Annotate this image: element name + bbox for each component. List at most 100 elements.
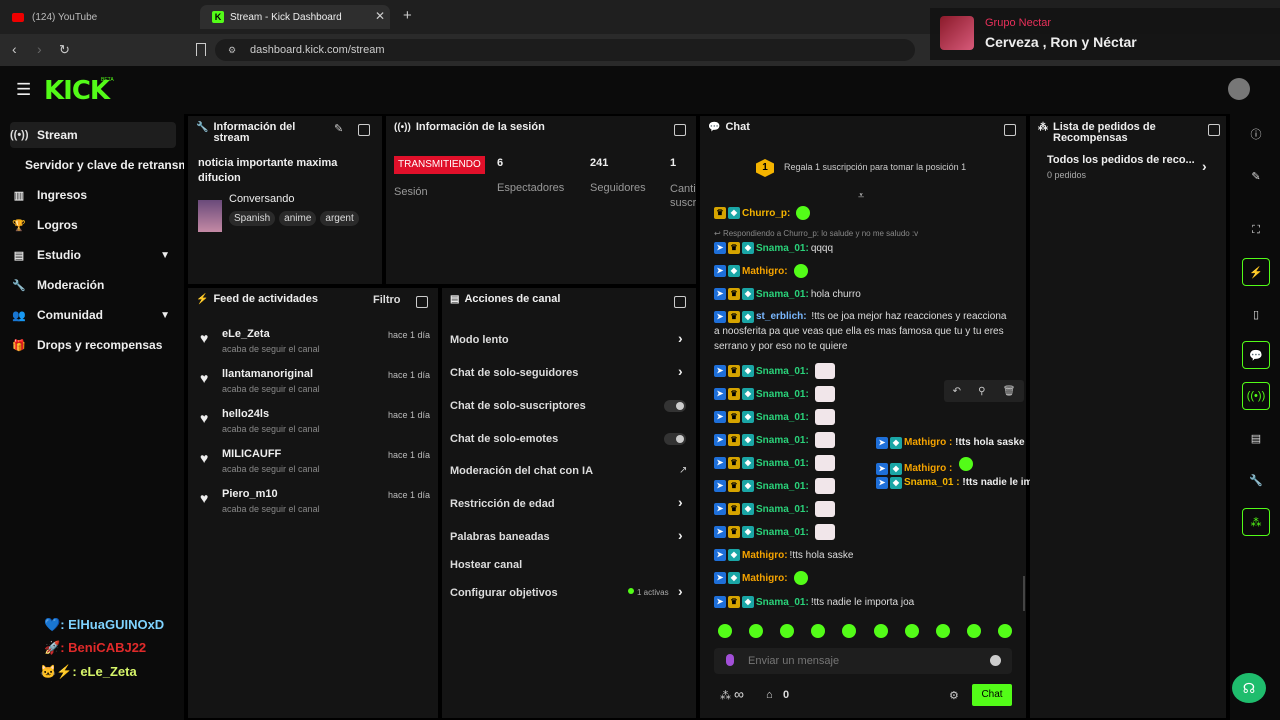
chat-settings-icon[interactable]: ⚙ (949, 689, 959, 702)
emote-icon[interactable] (842, 624, 857, 638)
chat-message[interactable]: ➤ ♛ ◆ Snama_01: (714, 363, 835, 379)
forward-icon[interactable]: › (37, 41, 42, 57)
chat-username[interactable]: Snama_01: (756, 366, 809, 377)
chat-message[interactable]: ➤ ♛ ◆ Snama_01: hola churro (714, 286, 861, 302)
media-notification[interactable]: Grupo Nectar Cerveza , Ron y Néctar (930, 8, 1280, 60)
chat-username[interactable]: Snama_01: (756, 458, 809, 469)
tab-youtube[interactable]: (124) YouTube (0, 5, 200, 29)
sidebar-item-ingresos[interactable]: ▥ Ingresos (10, 182, 176, 208)
chat-message[interactable]: ➤ ♛ ◆ st_erblich: !tts oe joa mejor haz rea… (714, 309, 1014, 354)
action-followers-only[interactable]: Chat de solo-seguidores (450, 367, 578, 379)
chat-username[interactable]: Snama_01: (756, 412, 809, 423)
action-goals[interactable]: Configurar objetivos (450, 587, 558, 599)
new-tab-icon[interactable]: + (403, 7, 412, 24)
edit-icon[interactable]: ✎ (1242, 162, 1270, 190)
chat-username[interactable]: Snama_01: (756, 481, 809, 492)
chat-scrollbar[interactable] (1023, 576, 1025, 611)
feed-user[interactable]: hello24ls (222, 408, 269, 420)
kick-logo[interactable]: KICK (44, 76, 110, 106)
action-ai-moderation[interactable]: Moderación del chat con IA (450, 465, 593, 477)
feed-user[interactable]: MILICAUFF (222, 448, 281, 460)
chat-message[interactable]: ➤ ♛ ◆ Snama_01: (714, 478, 835, 494)
chat-username[interactable]: Mathigro: (742, 573, 788, 584)
emote-icon[interactable] (935, 624, 950, 638)
expand-icon[interactable]: ⛶ (1242, 216, 1270, 244)
emote-icon[interactable] (749, 624, 764, 638)
chat-username[interactable]: Snama_01: (756, 435, 809, 446)
action-banned-words[interactable]: Palabras baneadas (450, 531, 550, 543)
chat-message[interactable]: ➤ ◆ Mathigro: (714, 570, 808, 586)
feed-user[interactable]: llantamanoriginal (222, 368, 313, 380)
chat-username[interactable]: Mathigro: (742, 550, 788, 561)
send-chat-button[interactable]: Chat (972, 684, 1012, 706)
site-info-icon[interactable]: ⚙ (228, 45, 236, 56)
emote-icon[interactable] (718, 624, 732, 638)
emote-icon[interactable] (997, 624, 1012, 638)
bookmark-icon[interactable] (196, 43, 206, 56)
chat-message[interactable]: ➤ ♛ ◆ Snama_01: qqqq (714, 240, 833, 256)
emote-icon[interactable] (904, 624, 919, 638)
chat-message[interactable]: ➤ ♛ ◆ Snama_01: (714, 524, 835, 540)
popout-icon[interactable] (674, 296, 686, 308)
sidebar-item-logros[interactable]: 🏆 Logros (10, 212, 176, 238)
url-field[interactable]: dashboard.kick.com/stream (215, 39, 915, 61)
mic-icon[interactable] (726, 654, 734, 666)
document-icon[interactable]: ▯ (1242, 300, 1270, 328)
menu-icon[interactable]: ☰ (16, 80, 31, 100)
chat-message[interactable]: ➤ ♛ ◆ Snama_01: (714, 455, 835, 471)
chat-message[interactable]: ➤ ♛ ◆ Snama_01: (714, 409, 835, 425)
reply-icon[interactable]: ↶ (953, 386, 961, 397)
sidebar-item-estudio[interactable]: ▤ Estudio ▼ (10, 242, 176, 268)
chat-input-box[interactable] (714, 648, 1012, 674)
rewards-item-label[interactable]: Todos los pedidos de reco... (1047, 154, 1195, 166)
chat-username[interactable]: Snama_01: (756, 289, 809, 300)
action-host-channel[interactable]: Hostear canal (450, 559, 522, 571)
chat-username[interactable]: Snama_01: (756, 504, 809, 515)
chat-username[interactable]: Churro_p: (742, 208, 790, 219)
chat-message[interactable]: ➤ ♛ ◆ Snama_01: (714, 432, 835, 448)
chevron-right-icon[interactable]: › (678, 583, 683, 599)
reload-icon[interactable]: ↻ (59, 42, 70, 58)
feed-user[interactable]: eLe_Zeta (222, 328, 270, 340)
external-link-icon[interactable]: ↗ (679, 465, 687, 476)
emote-only-toggle[interactable] (664, 433, 686, 445)
chat-message[interactable]: ➤ ♛ ◆ Snama_01: (714, 501, 835, 517)
filter-button[interactable]: Filtro (373, 294, 401, 306)
sidebar-item-server-key[interactable]: Servidor y clave de retransm (25, 152, 184, 178)
chevron-right-icon[interactable]: › (678, 494, 683, 510)
chat-username[interactable]: Snama_01: (756, 243, 809, 254)
chat-message[interactable]: ➤ ◆ Mathigro: (714, 263, 808, 279)
store-icon[interactable]: ⌂ (766, 689, 773, 701)
pinned-icon[interactable]: ⩡ (858, 190, 864, 203)
emote-icon[interactable] (780, 624, 795, 638)
close-tab-icon[interactable]: ✕ (375, 9, 385, 23)
layout-icon[interactable]: ▤ (1242, 424, 1270, 452)
emote-icon[interactable] (966, 624, 981, 638)
chat-username[interactable]: Mathigro: (742, 266, 788, 277)
sidebar-item-comunidad[interactable]: 👥 Comunidad ▼ (10, 302, 176, 328)
chat-message[interactable]: ♛ ◆ Churro_p: (714, 205, 811, 221)
emote-icon[interactable] (873, 624, 888, 638)
sidebar-item-stream[interactable]: ((•)) Stream (10, 122, 176, 148)
sidebar-item-drops[interactable]: 🎁 Drops y recompensas (10, 332, 176, 358)
chevron-right-icon[interactable]: › (678, 527, 683, 543)
popout-icon[interactable] (1004, 124, 1016, 136)
broadcast-icon[interactable]: ((•)) (1242, 382, 1270, 410)
emoji-picker-icon[interactable] (990, 655, 1001, 666)
user-avatar[interactable] (1228, 78, 1250, 100)
action-age-restriction[interactable]: Restricción de edad (450, 498, 555, 510)
chevron-right-icon[interactable]: › (1202, 158, 1207, 174)
wrench-icon[interactable]: 🔧 (1242, 466, 1270, 494)
pin-icon[interactable]: ⚲ (978, 386, 985, 397)
chevron-right-icon[interactable]: › (678, 330, 683, 346)
bolt-icon[interactable]: ⚡ (1242, 258, 1270, 286)
subs-only-toggle[interactable] (664, 400, 686, 412)
sidebar-item-moderacion[interactable]: 🔧 Moderación (10, 272, 176, 298)
trash-icon[interactable]: 🗑 (1003, 386, 1016, 397)
chat-username[interactable]: Snama_01: (756, 527, 809, 538)
chat-message[interactable]: ➤ ♛ ◆ Snama_01: !tts nadie le importa joa (714, 594, 914, 610)
popout-icon[interactable] (358, 124, 370, 136)
back-icon[interactable]: ‹ (12, 41, 17, 57)
chat-username[interactable]: st_erblich: (756, 311, 807, 322)
popout-icon[interactable] (674, 124, 686, 136)
